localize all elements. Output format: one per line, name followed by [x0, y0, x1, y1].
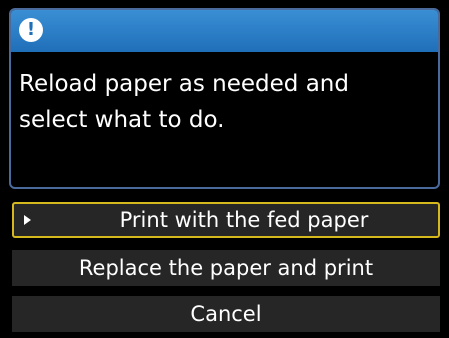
- panel-header: !: [11, 10, 438, 52]
- option-cancel[interactable]: Cancel: [12, 296, 440, 332]
- option-replace-paper-and-print[interactable]: Replace the paper and print: [12, 250, 440, 286]
- selection-cursor-icon: [24, 215, 31, 225]
- option-label: Replace the paper and print: [78, 256, 374, 280]
- option-label: Cancel: [190, 302, 262, 326]
- option-label: Print with the fed paper: [119, 208, 369, 232]
- exclamation-icon: !: [19, 18, 43, 42]
- option-print-with-fed-paper[interactable]: Print with the fed paper: [12, 202, 440, 238]
- dialog-message: Reload paper as needed and select what t…: [19, 71, 349, 133]
